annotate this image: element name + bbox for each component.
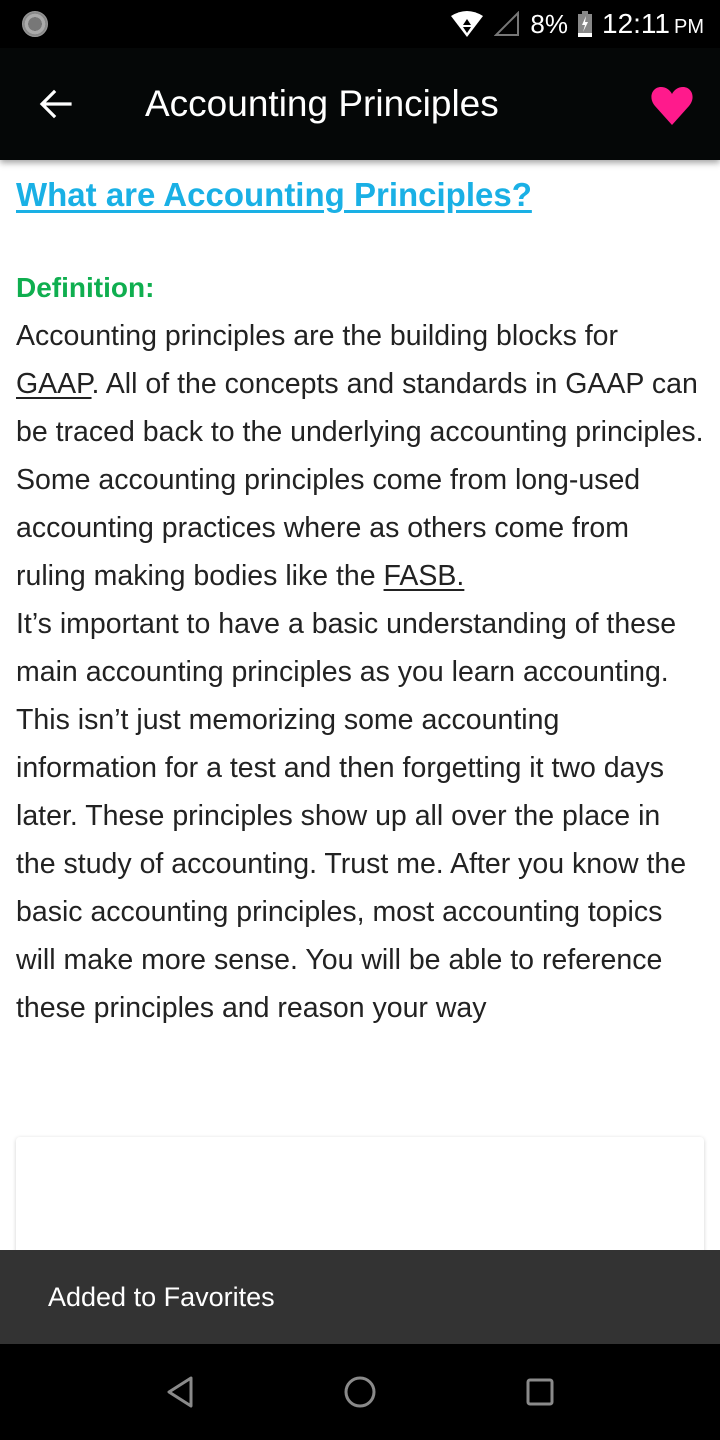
snackbar: Added to Favorites bbox=[0, 1250, 720, 1344]
back-triangle-icon bbox=[167, 1376, 193, 1408]
fasb-link[interactable]: FASB. bbox=[384, 560, 465, 592]
clock: 12:11 PM bbox=[602, 8, 704, 40]
wifi-icon bbox=[451, 11, 484, 37]
definition-label: Definition: bbox=[16, 272, 155, 303]
nav-home-button[interactable] bbox=[336, 1368, 384, 1416]
paragraph-text: Accounting principles are the building b… bbox=[16, 320, 619, 352]
paragraph-text: . All of the concepts and standards in G… bbox=[16, 368, 704, 592]
cell-signal-icon bbox=[494, 11, 520, 36]
gaap-link[interactable]: GAAP bbox=[16, 368, 92, 400]
definition-paragraph: Accounting principles are the building b… bbox=[16, 312, 706, 600]
nav-recents-button[interactable] bbox=[516, 1368, 564, 1416]
nav-back-button[interactable] bbox=[156, 1368, 204, 1416]
clock-ampm: PM bbox=[674, 16, 704, 38]
heart-icon bbox=[651, 87, 693, 125]
page-title: Accounting Principles bbox=[145, 83, 499, 124]
back-button[interactable] bbox=[28, 76, 84, 132]
article-content: What are Accounting Principles? Definiti… bbox=[16, 160, 706, 1032]
system-nav-bar bbox=[0, 1344, 720, 1440]
clock-time: 12:11 bbox=[602, 8, 670, 39]
snackbar-message: Added to Favorites bbox=[48, 1282, 275, 1312]
status-bar: 8% 12:11 PM bbox=[0, 0, 720, 48]
body-paragraph: It’s important to have a basic understan… bbox=[16, 608, 687, 1024]
article-heading-link[interactable]: What are Accounting Principles? bbox=[16, 176, 532, 214]
recents-square-icon bbox=[526, 1378, 554, 1406]
battery-percent: 8% bbox=[530, 8, 568, 39]
battery-charging-icon bbox=[578, 11, 592, 37]
home-circle-icon bbox=[344, 1376, 376, 1408]
favorite-button[interactable] bbox=[642, 78, 702, 134]
app-bar: Accounting Principles bbox=[0, 48, 720, 160]
sync-icon bbox=[22, 11, 48, 37]
arrow-left-icon bbox=[39, 89, 72, 119]
